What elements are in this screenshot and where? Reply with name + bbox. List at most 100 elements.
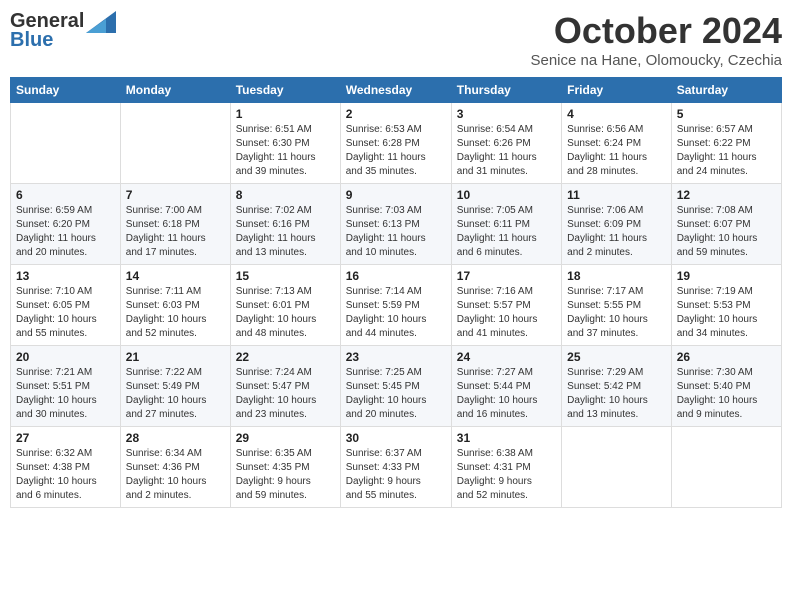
day-number: 17 [457,269,556,283]
day-detail: Sunrise: 6:34 AM Sunset: 4:36 PM Dayligh… [126,447,225,503]
calendar-week-row: 27 Sunrise: 6:32 AM Sunset: 4:38 PM Dayli… [11,427,782,508]
day-number: 10 [457,188,556,202]
calendar-cell: 5Sunrise: 6:57 AM Sunset: 6:22 PM Daylig… [671,103,781,184]
logo-blue-text: Blue [10,29,53,52]
day-number: 22 [236,350,335,364]
day-detail: Sunrise: 6:32 AM Sunset: 4:38 PM Dayligh… [16,447,115,503]
day-number: 4 [567,107,666,121]
day-detail: Sunrise: 7:11 AM Sunset: 6:03 PM Dayligh… [126,285,225,341]
day-detail: Sunrise: 7:06 AM Sunset: 6:09 PM Dayligh… [567,204,666,260]
day-number: 12 [677,188,776,202]
calendar-cell: 13 Sunrise: 7:10 AM Sunset: 6:05 PM Dayli… [11,265,121,346]
calendar-cell: 22 Sunrise: 7:24 AM Sunset: 5:47 PM Dayli… [230,346,340,427]
calendar-cell: 8 Sunrise: 7:02 AM Sunset: 6:16 PM Daylig… [230,184,340,265]
day-detail: Sunrise: 7:05 AM Sunset: 6:11 PM Dayligh… [457,204,556,260]
day-detail: Sunrise: 7:00 AM Sunset: 6:18 PM Dayligh… [126,204,225,260]
day-number: 3 [457,107,556,121]
calendar-cell [120,103,230,184]
weekday-header: Saturday [671,78,781,103]
calendar-cell: 20 Sunrise: 7:21 AM Sunset: 5:51 PM Dayli… [11,346,121,427]
day-detail: Sunrise: 6:51 AM Sunset: 6:30 PM Dayligh… [236,123,335,179]
day-number: 9 [346,188,446,202]
weekday-header: Friday [562,78,672,103]
calendar-week-row: 1Sunrise: 6:51 AM Sunset: 6:30 PM Daylig… [11,103,782,184]
calendar-cell: 21Sunrise: 7:22 AM Sunset: 5:49 PM Dayli… [120,346,230,427]
location: Senice na Hane, Olomoucky, Czechia [530,52,782,69]
calendar-cell: 25 Sunrise: 7:29 AM Sunset: 5:42 PM Dayli… [562,346,672,427]
day-number: 19 [677,269,776,283]
calendar-cell: 2 Sunrise: 6:53 AM Sunset: 6:28 PM Daylig… [340,103,451,184]
weekday-header: Sunday [11,78,121,103]
calendar-cell: 3Sunrise: 6:54 AM Sunset: 6:26 PM Daylig… [451,103,561,184]
calendar-cell: 4 Sunrise: 6:56 AM Sunset: 6:24 PM Daylig… [562,103,672,184]
calendar-cell: 30 Sunrise: 6:37 AM Sunset: 4:33 PM Dayli… [340,427,451,508]
day-detail: Sunrise: 7:02 AM Sunset: 6:16 PM Dayligh… [236,204,335,260]
day-detail: Sunrise: 6:37 AM Sunset: 4:33 PM Dayligh… [346,447,446,503]
day-number: 31 [457,431,556,445]
weekday-header: Monday [120,78,230,103]
calendar-cell: 29 Sunrise: 6:35 AM Sunset: 4:35 PM Dayli… [230,427,340,508]
calendar-cell: 31 Sunrise: 6:38 AM Sunset: 4:31 PM Dayli… [451,427,561,508]
day-number: 24 [457,350,556,364]
calendar-week-row: 20 Sunrise: 7:21 AM Sunset: 5:51 PM Dayli… [11,346,782,427]
day-number: 18 [567,269,666,283]
title-section: October 2024 Senice na Hane, Olomoucky, … [530,10,782,69]
day-detail: Sunrise: 7:30 AM Sunset: 5:40 PM Dayligh… [677,366,776,422]
day-detail: Sunrise: 7:14 AM Sunset: 5:59 PM Dayligh… [346,285,446,341]
calendar-week-row: 6Sunrise: 6:59 AM Sunset: 6:20 PM Daylig… [11,184,782,265]
day-number: 30 [346,431,446,445]
day-detail: Sunrise: 6:56 AM Sunset: 6:24 PM Dayligh… [567,123,666,179]
day-number: 26 [677,350,776,364]
day-detail: Sunrise: 7:08 AM Sunset: 6:07 PM Dayligh… [677,204,776,260]
day-detail: Sunrise: 7:27 AM Sunset: 5:44 PM Dayligh… [457,366,556,422]
calendar-table: SundayMondayTuesdayWednesdayThursdayFrid… [10,77,782,508]
calendar-cell: 27 Sunrise: 6:32 AM Sunset: 4:38 PM Dayli… [11,427,121,508]
calendar-cell [562,427,672,508]
calendar-cell: 26 Sunrise: 7:30 AM Sunset: 5:40 PM Dayli… [671,346,781,427]
calendar-week-row: 13 Sunrise: 7:10 AM Sunset: 6:05 PM Dayli… [11,265,782,346]
day-detail: Sunrise: 7:17 AM Sunset: 5:55 PM Dayligh… [567,285,666,341]
day-detail: Sunrise: 7:13 AM Sunset: 6:01 PM Dayligh… [236,285,335,341]
day-detail: Sunrise: 7:10 AM Sunset: 6:05 PM Dayligh… [16,285,115,341]
day-detail: Sunrise: 7:29 AM Sunset: 5:42 PM Dayligh… [567,366,666,422]
calendar-cell: 10 Sunrise: 7:05 AM Sunset: 6:11 PM Dayli… [451,184,561,265]
day-number: 11 [567,188,666,202]
calendar-cell: 7 Sunrise: 7:00 AM Sunset: 6:18 PM Daylig… [120,184,230,265]
calendar-cell: 17Sunrise: 7:16 AM Sunset: 5:57 PM Dayli… [451,265,561,346]
day-number: 13 [16,269,115,283]
day-number: 29 [236,431,335,445]
day-number: 27 [16,431,115,445]
day-number: 20 [16,350,115,364]
calendar-cell: 18 Sunrise: 7:17 AM Sunset: 5:55 PM Dayli… [562,265,672,346]
calendar-cell: 15 Sunrise: 7:13 AM Sunset: 6:01 PM Dayli… [230,265,340,346]
day-detail: Sunrise: 6:38 AM Sunset: 4:31 PM Dayligh… [457,447,556,503]
day-number: 5 [677,107,776,121]
day-detail: Sunrise: 7:03 AM Sunset: 6:13 PM Dayligh… [346,204,446,260]
calendar-cell: 14Sunrise: 7:11 AM Sunset: 6:03 PM Dayli… [120,265,230,346]
day-number: 25 [567,350,666,364]
calendar-cell: 19 Sunrise: 7:19 AM Sunset: 5:53 PM Dayli… [671,265,781,346]
day-number: 16 [346,269,446,283]
day-detail: Sunrise: 7:19 AM Sunset: 5:53 PM Dayligh… [677,285,776,341]
day-detail: Sunrise: 6:35 AM Sunset: 4:35 PM Dayligh… [236,447,335,503]
day-number: 15 [236,269,335,283]
page-header: General Blue October 2024 Senice na Hane… [10,10,782,69]
day-number: 7 [126,188,225,202]
calendar-cell [671,427,781,508]
calendar-cell: 1Sunrise: 6:51 AM Sunset: 6:30 PM Daylig… [230,103,340,184]
day-detail: Sunrise: 6:53 AM Sunset: 6:28 PM Dayligh… [346,123,446,179]
day-detail: Sunrise: 7:21 AM Sunset: 5:51 PM Dayligh… [16,366,115,422]
day-number: 2 [346,107,446,121]
calendar-cell: 28 Sunrise: 6:34 AM Sunset: 4:36 PM Dayli… [120,427,230,508]
day-number: 6 [16,188,115,202]
calendar-cell: 23Sunrise: 7:25 AM Sunset: 5:45 PM Dayli… [340,346,451,427]
calendar-cell: 16 Sunrise: 7:14 AM Sunset: 5:59 PM Dayli… [340,265,451,346]
day-detail: Sunrise: 7:24 AM Sunset: 5:47 PM Dayligh… [236,366,335,422]
weekday-header: Thursday [451,78,561,103]
calendar-cell: 6Sunrise: 6:59 AM Sunset: 6:20 PM Daylig… [11,184,121,265]
weekday-header: Wednesday [340,78,451,103]
calendar-cell: 12 Sunrise: 7:08 AM Sunset: 6:07 PM Dayli… [671,184,781,265]
day-number: 28 [126,431,225,445]
day-number: 8 [236,188,335,202]
calendar-cell: 11 Sunrise: 7:06 AM Sunset: 6:09 PM Dayli… [562,184,672,265]
